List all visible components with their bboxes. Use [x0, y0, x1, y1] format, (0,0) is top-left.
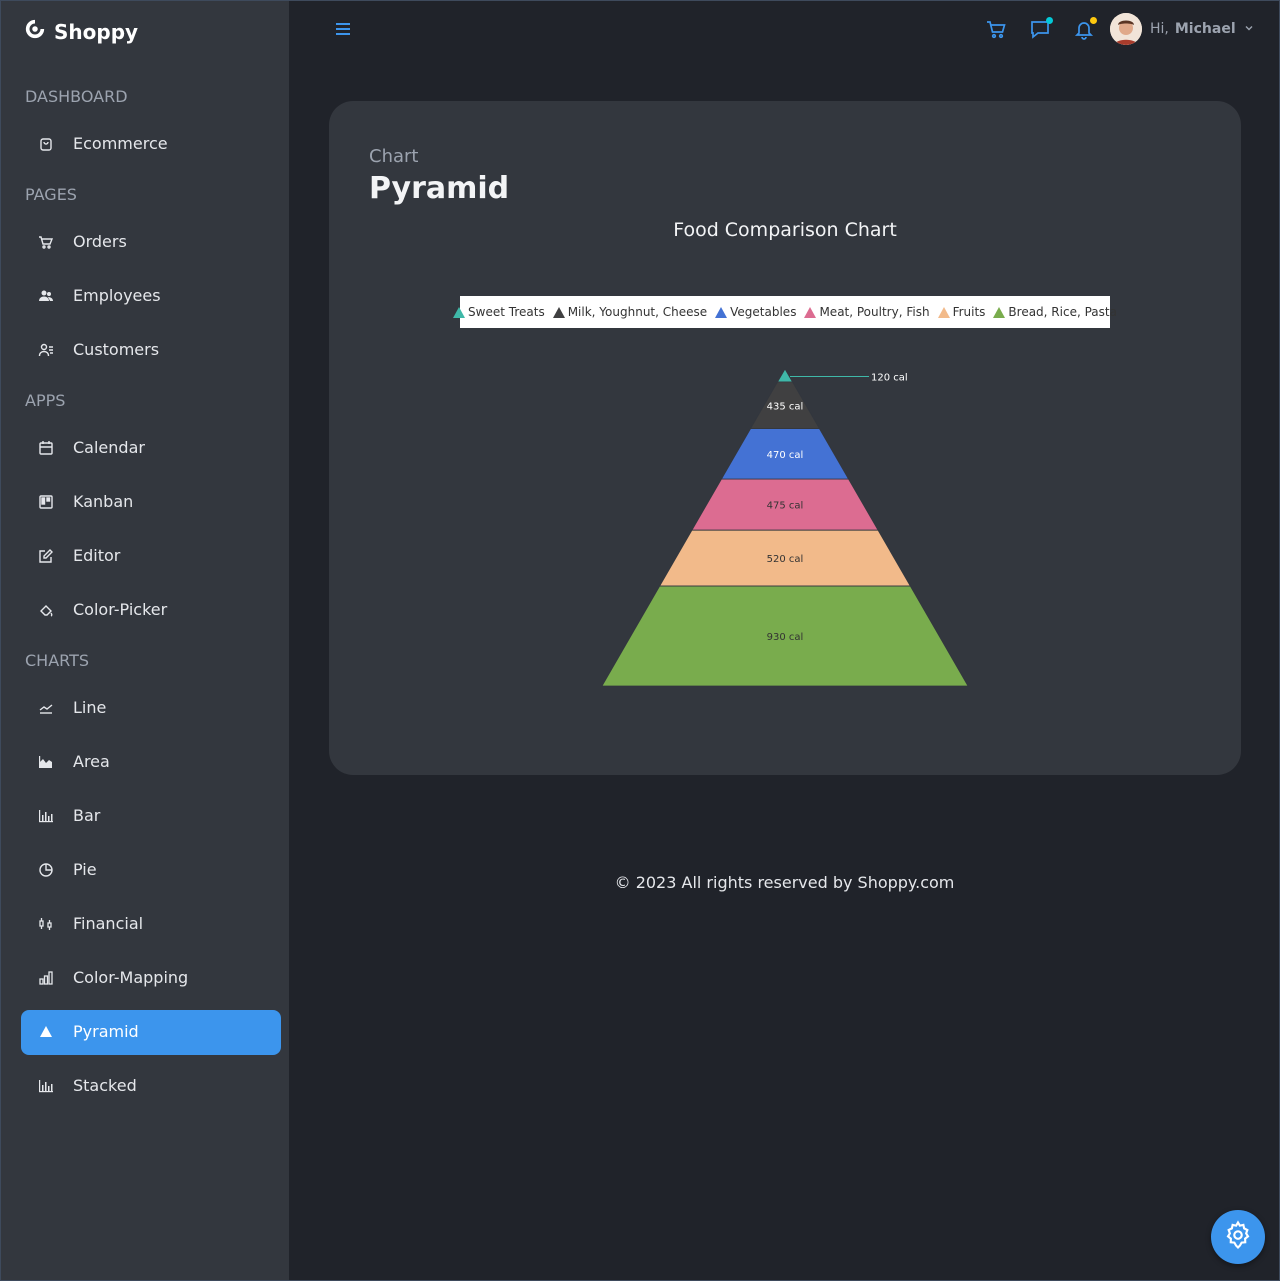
section-title-apps: APPS — [25, 391, 66, 410]
data-label: 435 cal — [767, 401, 804, 412]
section-title-dashboard: DASHBOARD — [25, 87, 128, 106]
stacked-chart-icon — [38, 1078, 54, 1094]
sidebar-item-line[interactable]: Line — [21, 686, 281, 731]
greeting-text: Hi, — [1150, 21, 1169, 37]
pyramid-chart: 120 cal 435 cal 470 cal 475 cal 520 cal 930 c… — [601, 368, 969, 687]
cart-icon — [38, 234, 54, 250]
chart-card: Chart Pyramid Food Comparison Chart Swee… — [329, 101, 1241, 775]
data-label: 520 cal — [767, 554, 804, 565]
sidebar-item-label: Area — [73, 752, 110, 771]
data-label: 930 cal — [767, 632, 804, 643]
color-mapping-icon — [38, 970, 54, 986]
data-label: 475 cal — [767, 501, 804, 512]
sidebar-item-label: Stacked — [73, 1076, 137, 1095]
area-chart-icon — [38, 754, 54, 770]
shopping-bag-icon — [38, 136, 54, 152]
sidebar-item-color-mapping[interactable]: Color-Mapping — [21, 956, 281, 1001]
sidebar-item-ecommerce[interactable]: Ecommerce — [21, 122, 281, 167]
sidebar-item-label: Color-Picker — [73, 600, 168, 619]
hamburger-icon — [332, 18, 354, 45]
sidebar-item-financial[interactable]: Financial — [21, 902, 281, 947]
shoppy-logo-icon — [24, 18, 46, 45]
sidebar-item-pie[interactable]: Pie — [21, 848, 281, 893]
sidebar-item-label: Calendar — [73, 438, 145, 457]
notification-dot — [1090, 17, 1097, 24]
brand-logo[interactable]: Shoppy — [24, 18, 138, 45]
sidebar-item-label: Ecommerce — [73, 134, 168, 153]
sidebar-item-pyramid[interactable]: Pyramid — [21, 1010, 281, 1055]
sidebar-item-label: Pie — [73, 860, 97, 879]
data-label: 120 cal — [871, 372, 908, 383]
settings-button[interactable] — [1211, 1210, 1265, 1264]
sidebar-item-orders[interactable]: Orders — [21, 220, 281, 265]
gear-icon — [1223, 1219, 1253, 1255]
sidebar-item-color-picker[interactable]: Color-Picker — [21, 588, 281, 633]
cart-button[interactable] — [981, 16, 1011, 46]
sidebar-item-label: Line — [73, 698, 107, 717]
sidebar-item-label: Financial — [73, 914, 144, 933]
footer-copyright: © 2023 All rights reserved by Shoppy.com — [614, 873, 955, 892]
menu-toggle-button[interactable] — [328, 16, 358, 46]
sidebar-item-label: Kanban — [73, 492, 134, 511]
section-title-charts: CHARTS — [25, 651, 90, 670]
sidebar-item-employees[interactable]: Employees — [21, 274, 281, 319]
edit-icon — [38, 548, 54, 564]
sidebar-item-label: Bar — [73, 806, 101, 825]
avatar — [1110, 13, 1142, 45]
kanban-icon — [38, 494, 54, 510]
user-profile-menu[interactable]: Hi, Michael — [1110, 13, 1254, 45]
sidebar-item-editor[interactable]: Editor — [21, 534, 281, 579]
sidebar-item-label: Customers — [73, 340, 160, 359]
pie-chart-icon — [38, 862, 54, 878]
sidebar-item-label: Color-Mapping — [73, 968, 189, 987]
brand-name: Shoppy — [54, 19, 139, 44]
sidebar: Shoppy DASHBOARD Ecommerce PAGES Orders … — [0, 0, 289, 1281]
bar-chart-icon — [38, 808, 54, 824]
data-label: 470 cal — [767, 450, 804, 461]
sidebar-item-label: Pyramid — [73, 1022, 139, 1041]
pyramid-icon — [38, 1024, 54, 1040]
cart-icon — [985, 18, 1007, 45]
color-picker-icon — [38, 602, 54, 618]
financial-icon — [38, 916, 54, 932]
employees-icon — [38, 288, 54, 304]
calendar-icon — [38, 440, 54, 456]
sidebar-item-label: Orders — [73, 232, 127, 251]
user-name: Michael — [1174, 21, 1236, 37]
sidebar-item-kanban[interactable]: Kanban — [21, 480, 281, 525]
chevron-down-icon — [1236, 20, 1254, 38]
sidebar-item-bar[interactable]: Bar — [21, 794, 281, 839]
sidebar-item-stacked[interactable]: Stacked — [21, 1064, 281, 1109]
sidebar-item-calendar[interactable]: Calendar — [21, 426, 281, 471]
chat-notification-dot — [1046, 17, 1053, 24]
line-chart-icon — [38, 700, 54, 716]
sidebar-item-label: Employees — [73, 286, 161, 305]
sidebar-item-area[interactable]: Area — [21, 740, 281, 785]
sidebar-item-label: Editor — [73, 546, 121, 565]
customers-icon — [38, 342, 54, 358]
sidebar-item-customers[interactable]: Customers — [21, 328, 281, 373]
pyramid-segment[interactable] — [776, 368, 794, 383]
section-title-pages: PAGES — [25, 185, 77, 204]
